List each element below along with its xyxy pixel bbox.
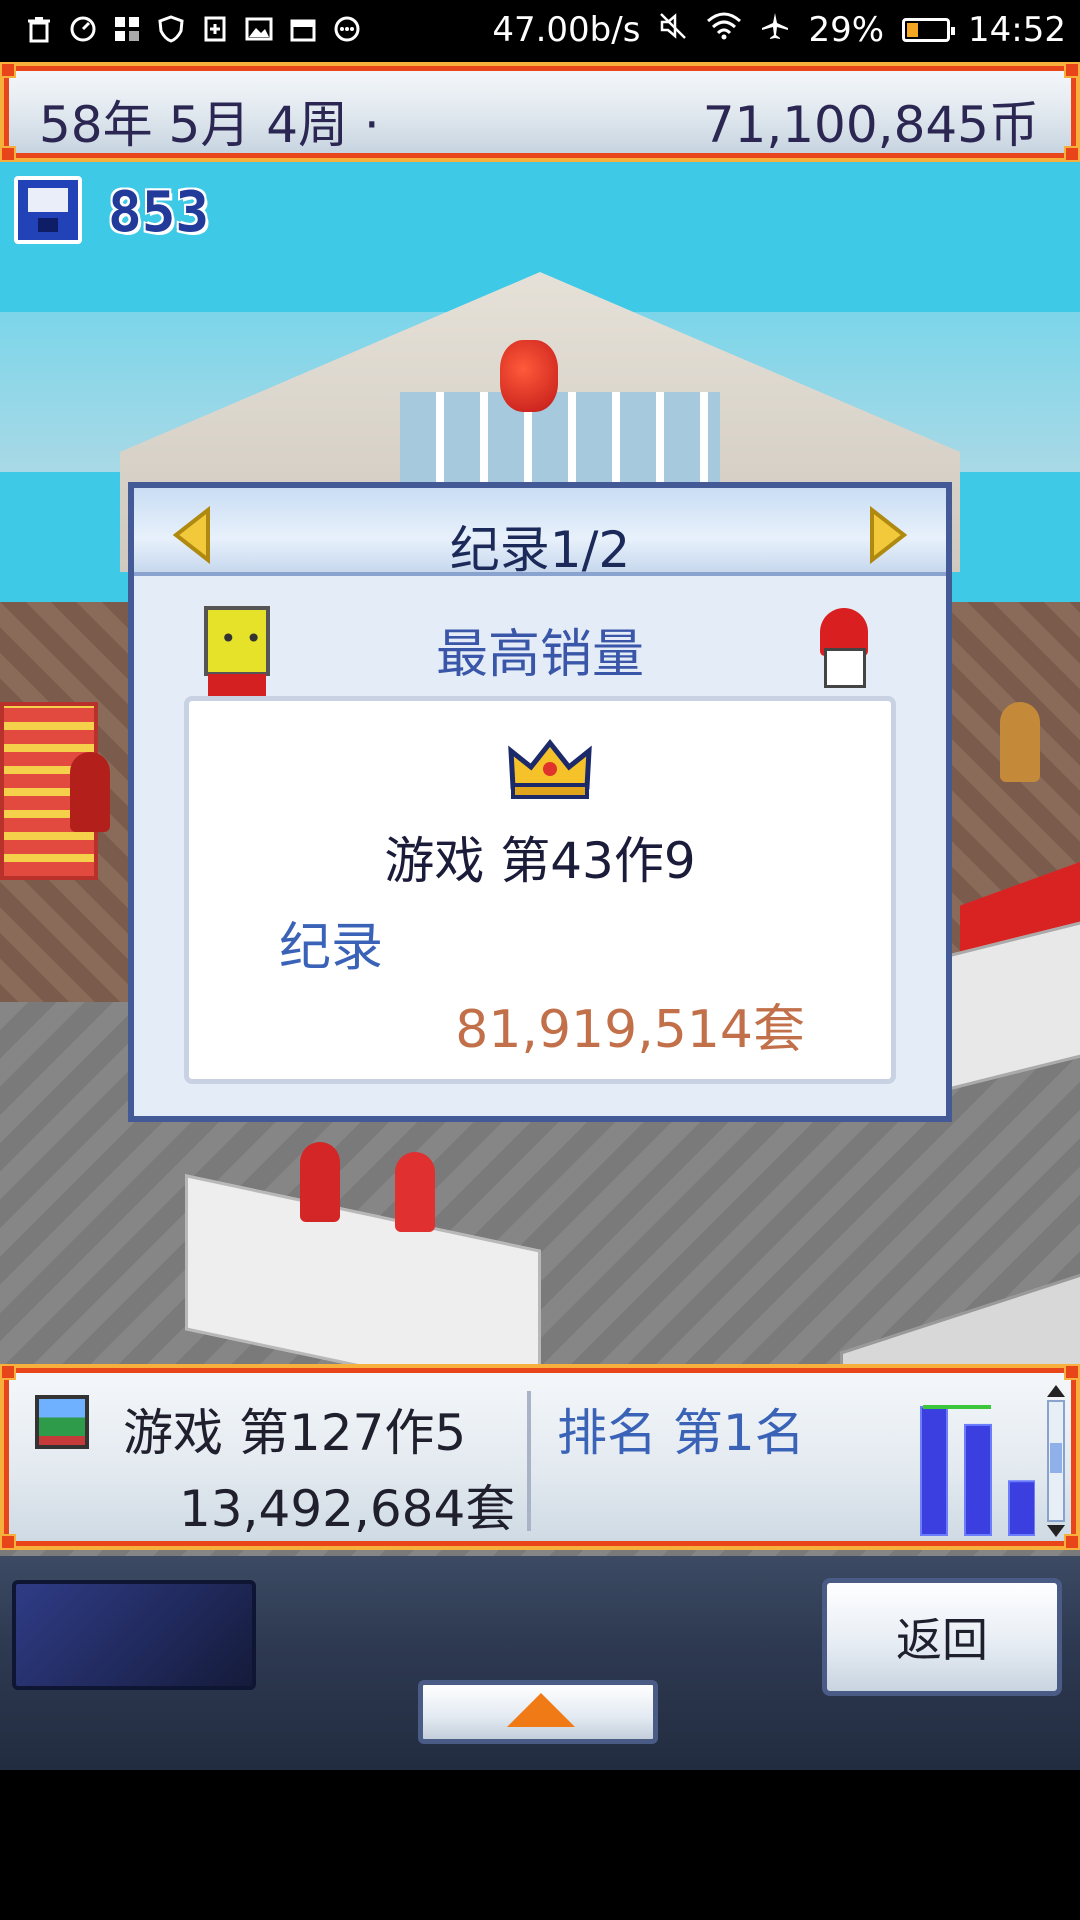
current-game-sales: 13,492,684套 (179, 1480, 516, 1538)
mute-icon (658, 10, 688, 50)
expand-button[interactable] (418, 1680, 658, 1744)
crown-icon (508, 738, 592, 799)
money-balance: 71,100,845币 (702, 96, 1039, 154)
trash-icon (24, 14, 54, 44)
record-game-name: 游戏 第43作9 (384, 832, 696, 890)
info-scrollbar[interactable] (1045, 1383, 1067, 1539)
dialog-title: 纪录1/2 (449, 521, 631, 579)
staff-figure[interactable] (300, 1142, 340, 1222)
record-label: 纪录 (279, 918, 384, 978)
current-game-rank: 排名 第1名 (557, 1404, 805, 1462)
calendar-icon (288, 14, 318, 44)
up-arrow-icon (507, 1693, 575, 1727)
floppy-disk-icon[interactable] (14, 176, 82, 244)
floppy-label (28, 188, 68, 212)
wifi-icon (706, 10, 742, 50)
back-button[interactable]: 返回 (822, 1578, 1062, 1696)
battery-icon (902, 18, 956, 42)
sales-bar (1008, 1480, 1035, 1536)
more-icon (332, 14, 362, 44)
staff-figure[interactable] (70, 752, 110, 832)
menu-button[interactable] (12, 1580, 256, 1690)
status-left-icons (24, 14, 362, 44)
record-card: 游戏 第43作9 纪录 81,919,514套 (184, 696, 896, 1084)
staff-figure[interactable] (395, 1152, 435, 1232)
network-speed: 47.00b/s (492, 10, 641, 50)
frame-corner (0, 1534, 16, 1550)
speed-icon (68, 14, 98, 44)
battery-percent: 29% (808, 10, 885, 50)
red-lantern (500, 340, 558, 412)
frame-corner (1064, 146, 1080, 162)
status-right: 47.00b/s 29% 14:52 (492, 10, 1066, 50)
bottom-info-bar[interactable]: 游戏 第127作5 13,492,684套 排名 第1名 (0, 1364, 1080, 1550)
dialog-header: 纪录1/2 (134, 488, 946, 579)
staff-figure[interactable] (1000, 702, 1040, 782)
sim-add-icon (200, 14, 230, 44)
frame-corner (0, 62, 16, 78)
shield-icon (156, 14, 186, 44)
frame-corner (0, 1364, 16, 1380)
control-panel: 返回 (0, 1556, 1080, 1770)
sales-bar (964, 1423, 992, 1536)
frame-corner (1064, 1364, 1080, 1380)
sales-trend-chart (920, 1405, 1035, 1536)
apps-icon (112, 14, 142, 44)
arrow-right-icon[interactable] (862, 505, 912, 565)
image-icon (244, 14, 274, 44)
frame-corner (1064, 62, 1080, 78)
clock: 14:52 (968, 10, 1066, 50)
game-date: 58年 5月 4周 · (39, 96, 380, 154)
divider (527, 1391, 531, 1531)
floppy-slot (38, 218, 58, 232)
record-value: 81,919,514套 (455, 1000, 805, 1060)
record-dialog: 纪录1/2 • • 最高销量 游戏 第43作9 纪录 81,919,514套 (128, 482, 952, 1122)
airplane-icon (760, 10, 790, 50)
save-count: 853 (108, 180, 210, 245)
battery-fill (907, 23, 919, 37)
status-bar: 47.00b/s 29% 14:52 (0, 0, 1080, 62)
current-game-title: 游戏 第127作5 (123, 1404, 467, 1462)
sales-bar (920, 1406, 948, 1536)
frame-corner (0, 146, 16, 162)
top-info-bar: 58年 5月 4周 · 71,100,845币 (0, 62, 1080, 162)
red-cap-mascot-face (824, 648, 866, 688)
game-thumbnail-icon (35, 1395, 89, 1449)
